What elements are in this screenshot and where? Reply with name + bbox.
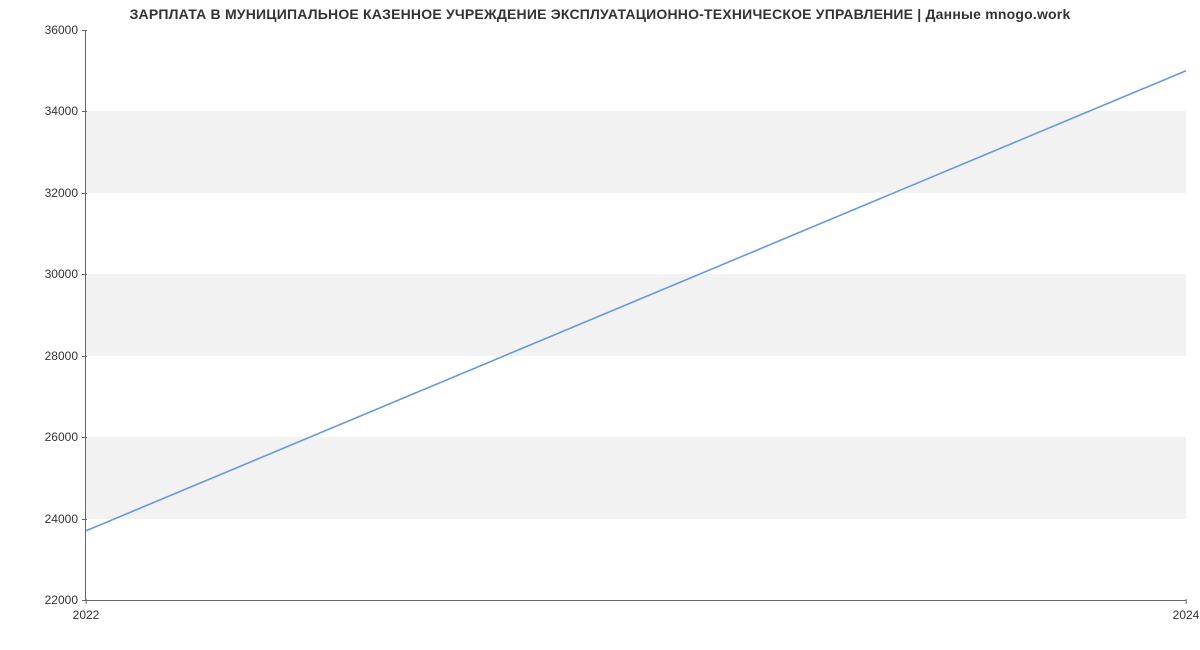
y-tick-label: 32000 xyxy=(45,186,86,200)
x-tick-label: 2024 xyxy=(1173,600,1200,622)
y-tick-label: 26000 xyxy=(45,430,86,444)
y-tick-label: 30000 xyxy=(45,267,86,281)
y-tick-label: 36000 xyxy=(45,23,86,37)
data-line xyxy=(86,71,1186,531)
y-tick-label: 24000 xyxy=(45,512,86,526)
x-tick-label: 2022 xyxy=(73,600,100,622)
line-series xyxy=(86,30,1186,600)
y-tick-label: 34000 xyxy=(45,104,86,118)
chart-container: ЗАРПЛАТА В МУНИЦИПАЛЬНОЕ КАЗЕННОЕ УЧРЕЖД… xyxy=(0,0,1200,650)
chart-title: ЗАРПЛАТА В МУНИЦИПАЛЬНОЕ КАЗЕННОЕ УЧРЕЖД… xyxy=(0,6,1200,22)
y-tick-label: 28000 xyxy=(45,349,86,363)
plot-area: 2200024000260002800030000320003400036000… xyxy=(85,30,1186,601)
